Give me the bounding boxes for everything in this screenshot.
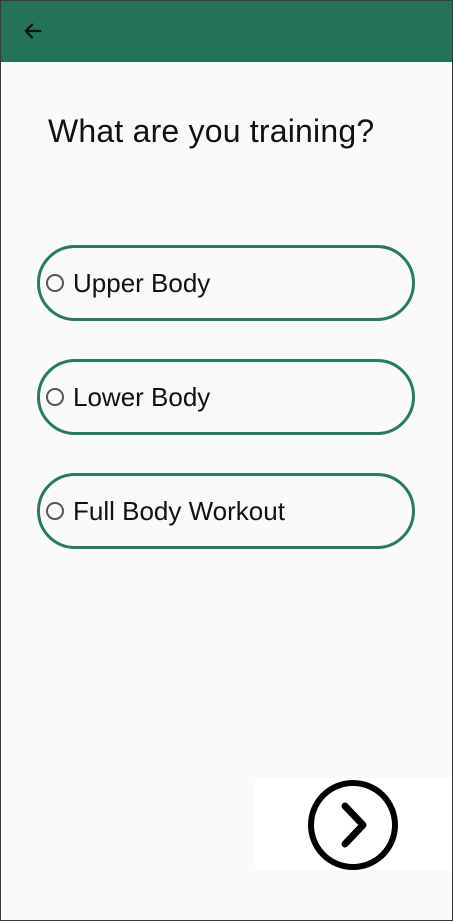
- radio-icon[interactable]: [46, 502, 64, 520]
- option-label: Upper Body: [73, 267, 211, 298]
- chevron-right-circle-icon: [308, 780, 398, 870]
- radio-icon[interactable]: [46, 388, 64, 406]
- option-label: Full Body Workout: [73, 495, 285, 526]
- option-lower-body[interactable]: Lower Body: [37, 359, 415, 435]
- page-question: What are you training?: [48, 113, 375, 149]
- back-button[interactable]: [14, 12, 52, 50]
- option-label: Lower Body: [73, 381, 211, 412]
- next-button[interactable]: [307, 779, 399, 871]
- app-bar: [0, 0, 453, 62]
- option-full-body-workout[interactable]: Full Body Workout: [37, 473, 415, 549]
- arrow-left-icon: [24, 23, 42, 39]
- radio-icon[interactable]: [46, 274, 64, 292]
- option-upper-body[interactable]: Upper Body: [37, 245, 415, 321]
